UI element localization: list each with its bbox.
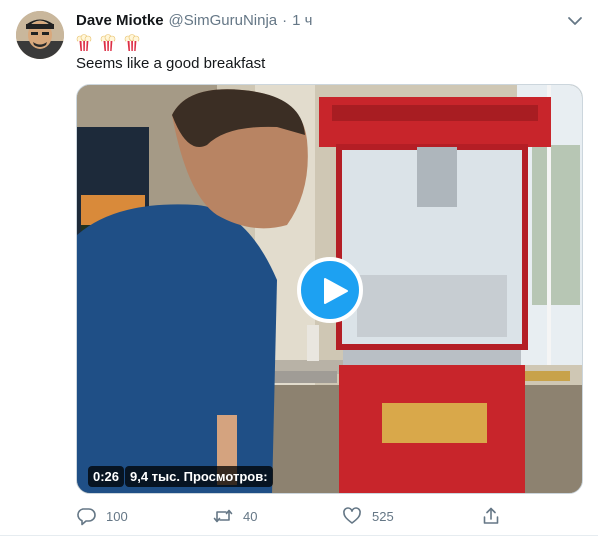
avatar[interactable] <box>16 11 64 59</box>
popcorn-icon <box>124 34 140 51</box>
video-player[interactable]: 0:26 9,4 тыс. Просмотров: <box>76 84 583 494</box>
tweet-header: Dave Miotke @SimGuruNinja · 1 ч <box>76 12 312 32</box>
avatar-image <box>16 11 64 59</box>
retweet-count: 40 <box>243 508 258 524</box>
reply-count: 100 <box>106 508 128 524</box>
retweet-button[interactable]: 40 <box>213 505 257 527</box>
display-name[interactable]: Dave Miotke <box>76 12 164 29</box>
heart-icon <box>343 507 361 524</box>
like-count: 525 <box>372 508 394 524</box>
play-icon <box>324 278 348 304</box>
popcorn-icon <box>100 34 116 51</box>
emoji-row <box>76 34 140 52</box>
like-button[interactable]: 525 <box>342 505 394 527</box>
tweet-actions: 100 40 525 <box>76 505 516 527</box>
retweet-icon <box>213 509 233 523</box>
tweet-timestamp[interactable]: 1 ч <box>292 12 312 29</box>
reply-button[interactable]: 100 <box>76 505 128 527</box>
chevron-down-icon[interactable] <box>566 12 584 30</box>
reply-icon <box>77 508 96 526</box>
popcorn-icon <box>76 34 92 51</box>
tweet-text: Seems like a good breakfast <box>76 55 266 72</box>
play-button[interactable] <box>297 257 363 323</box>
tweet-card[interactable]: Dave Miotke @SimGuruNinja · 1 ч Seems li… <box>0 0 598 536</box>
share-button[interactable] <box>481 505 501 527</box>
video-duration: 0:26 <box>88 466 125 487</box>
view-count: 9,4 тыс. Просмотров: <box>125 466 273 487</box>
user-handle[interactable]: @SimGuruNinja <box>169 12 278 29</box>
separator-dot: · <box>282 12 288 29</box>
share-icon <box>483 507 499 524</box>
